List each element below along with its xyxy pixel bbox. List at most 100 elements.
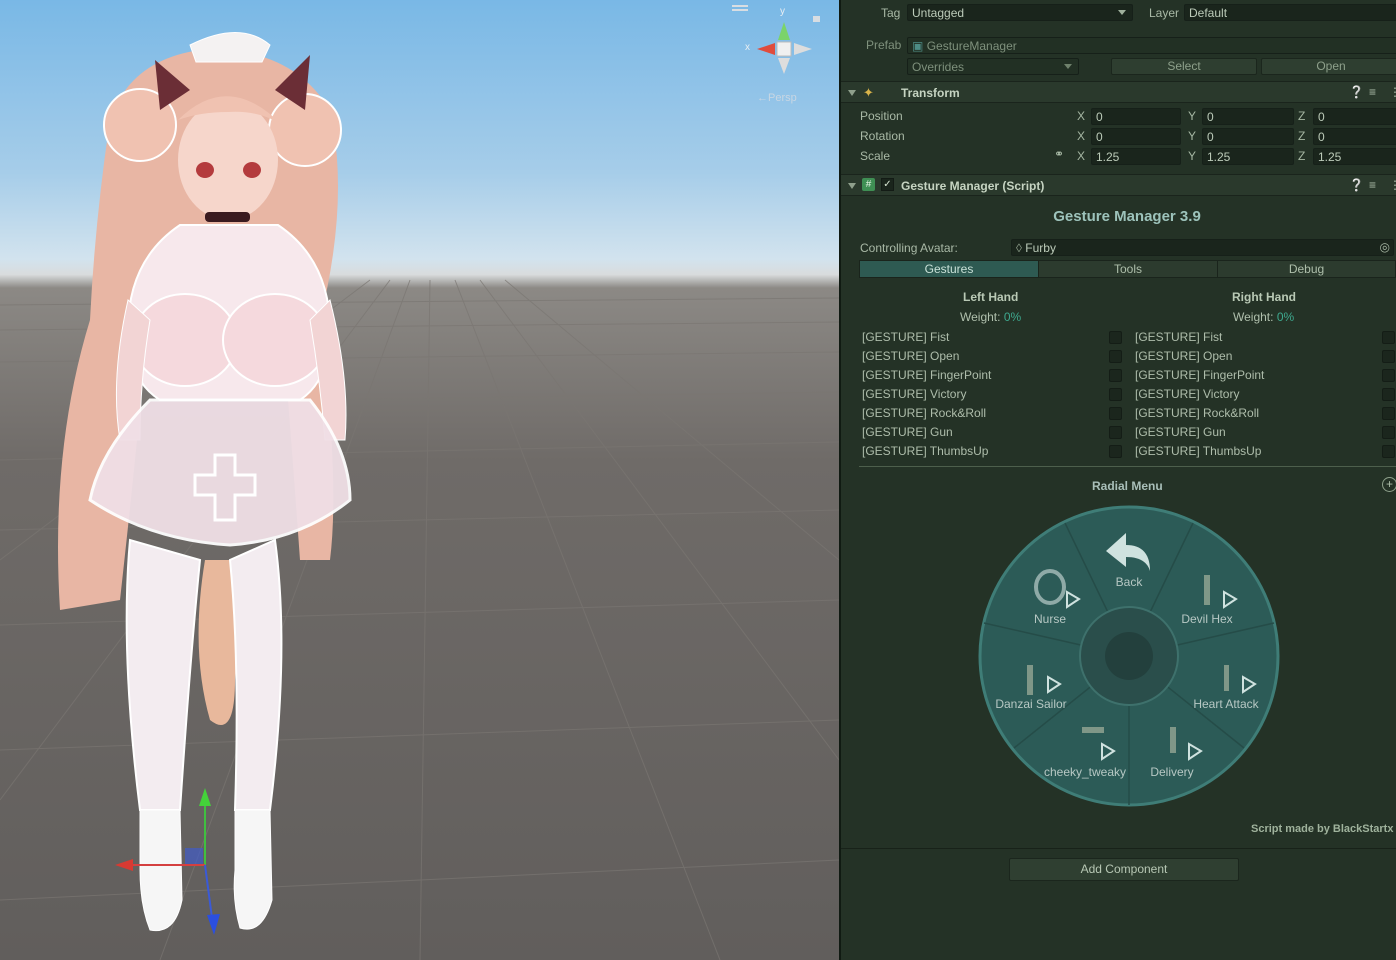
open-label: Open <box>1316 59 1346 73</box>
position-y-field[interactable]: 0 <box>1202 108 1294 125</box>
scale-x-value: 1.25 <box>1096 150 1120 164</box>
scene-canvas[interactable] <box>0 0 839 960</box>
prefab-label: Prefab <box>866 38 902 52</box>
position-x-value: 0 <box>1096 110 1103 124</box>
right-hand-weight: Weight: 0% <box>1233 310 1294 324</box>
left-gesture-gun[interactable]: [GESTURE] Gun <box>862 425 953 439</box>
prefab-field[interactable]: ▣ GestureManager <box>907 37 1396 54</box>
right-gesture-checkbox[interactable] <box>1382 426 1395 439</box>
transform-axes-icon: ✦ <box>863 85 874 100</box>
persp-toggle[interactable]: ←Persp <box>757 92 797 104</box>
scale-x-field[interactable]: 1.25 <box>1091 148 1181 165</box>
left-gesture-checkbox[interactable] <box>1109 331 1122 344</box>
layer-label: Layer <box>1149 6 1180 20</box>
prefab-cube-icon: ▣ <box>912 39 924 53</box>
layer-dropdown[interactable]: Default <box>1184 4 1396 21</box>
object-picker-icon[interactable]: ◎ <box>1380 240 1390 254</box>
rotation-x-field[interactable]: 0 <box>1091 128 1181 145</box>
left-gesture-fist[interactable]: [GESTURE] Fist <box>862 330 949 344</box>
scale-y-field[interactable]: 1.25 <box>1202 148 1294 165</box>
overrides-dropdown[interactable]: Overrides <box>907 58 1079 75</box>
left-gesture-checkbox[interactable] <box>1109 369 1122 382</box>
right-gesture-open[interactable]: [GESTURE] Open <box>1135 349 1232 363</box>
rotation-label: Rotation <box>860 129 905 143</box>
more-menu-icon[interactable]: ⋮ <box>1389 178 1396 192</box>
left-gesture-victory[interactable]: [GESTURE] Victory <box>862 387 966 401</box>
radial-item-devil-hex[interactable]: Devil Hex <box>1152 612 1262 626</box>
weight-label: Weight: <box>960 310 1001 324</box>
right-gesture-checkbox[interactable] <box>1382 445 1395 458</box>
tab-gestures-label: Gestures <box>924 262 974 276</box>
tab-tools-label: Tools <box>1113 262 1142 276</box>
controlling-avatar-field[interactable]: ◊ Furby ◎ <box>1011 239 1394 256</box>
right-gesture-checkbox[interactable] <box>1382 407 1395 420</box>
left-gesture-fingerpoint[interactable]: [GESTURE] FingerPoint <box>862 368 991 382</box>
rotation-z-field[interactable]: 0 <box>1313 128 1396 145</box>
left-gesture-checkbox[interactable] <box>1109 388 1122 401</box>
radial-item-back[interactable]: Back <box>1074 575 1184 589</box>
axis-y-label: Y <box>1188 109 1197 123</box>
transform-header[interactable]: ✦ Transform ❔ ≡ ⋮ <box>841 81 1396 103</box>
position-y-value: 0 <box>1207 110 1214 124</box>
left-hand-title: Left Hand <box>963 290 1019 304</box>
add-circle-icon[interactable]: + <box>1382 477 1396 492</box>
gesture-manager-header[interactable]: # ✓ Gesture Manager (Script) ❔ ≡ ⋮ <box>841 174 1396 196</box>
settings-sliders-icon[interactable]: ≡ <box>1369 85 1376 99</box>
settings-sliders-icon[interactable]: ≡ <box>1369 178 1376 192</box>
tag-dropdown[interactable]: Untagged <box>907 4 1133 21</box>
tab-debug-label: Debug <box>1288 262 1325 276</box>
left-gesture-rocknroll[interactable]: [GESTURE] Rock&Roll <box>862 406 986 420</box>
left-gesture-checkbox[interactable] <box>1109 426 1122 439</box>
radial-center-dot <box>1105 632 1153 680</box>
left-gesture-thumbsup[interactable]: [GESTURE] ThumbsUp <box>862 444 988 458</box>
left-gesture-checkbox[interactable] <box>1109 445 1122 458</box>
scale-z-field[interactable]: 1.25 <box>1313 148 1396 165</box>
enabled-checkbox[interactable]: ✓ <box>881 178 894 191</box>
axis-y-label: Y <box>1188 149 1197 163</box>
right-gesture-fist[interactable]: [GESTURE] Fist <box>1135 330 1222 344</box>
orientation-gizmo[interactable] <box>732 5 820 74</box>
weight-value: 0% <box>1276 310 1295 324</box>
radial-item-danzai-sailor[interactable]: Danzai Sailor <box>976 697 1086 711</box>
position-z-field[interactable]: 0 <box>1313 108 1396 125</box>
foldout-arrow-icon[interactable] <box>848 183 856 189</box>
add-component-button[interactable]: Add Component <box>1009 858 1239 881</box>
position-z-value: 0 <box>1318 110 1325 124</box>
prefab-open-button[interactable]: Open <box>1261 58 1396 75</box>
left-gesture-checkbox[interactable] <box>1109 350 1122 363</box>
right-gesture-rocknroll[interactable]: [GESTURE] Rock&Roll <box>1135 406 1259 420</box>
rotation-y-field[interactable]: 0 <box>1202 128 1294 145</box>
right-hand-title: Right Hand <box>1232 290 1296 304</box>
axis-x-label: X <box>1077 129 1086 143</box>
right-gesture-victory[interactable]: [GESTURE] Victory <box>1135 387 1239 401</box>
right-gesture-thumbsup[interactable]: [GESTURE] ThumbsUp <box>1135 444 1261 458</box>
left-gesture-checkbox[interactable] <box>1109 407 1122 420</box>
tab-tools[interactable]: Tools <box>1038 260 1218 278</box>
tab-debug[interactable]: Debug <box>1217 260 1396 278</box>
tab-gestures[interactable]: Gestures <box>859 260 1039 278</box>
right-gesture-checkbox[interactable] <box>1382 331 1395 344</box>
left-gesture-open[interactable]: [GESTURE] Open <box>862 349 959 363</box>
more-menu-icon[interactable]: ⋮ <box>1389 85 1396 99</box>
prefab-select-button[interactable]: Select <box>1111 58 1257 75</box>
right-gesture-fingerpoint[interactable]: [GESTURE] FingerPoint <box>1135 368 1264 382</box>
right-gesture-gun[interactable]: [GESTURE] Gun <box>1135 425 1226 439</box>
help-icon[interactable]: ❔ <box>1349 85 1364 99</box>
right-gesture-checkbox[interactable] <box>1382 388 1395 401</box>
axis-z-label: Z <box>1298 129 1306 143</box>
prefab-value: GestureManager <box>926 39 1017 53</box>
foldout-arrow-icon[interactable] <box>848 90 856 96</box>
help-icon[interactable]: ❔ <box>1349 178 1364 192</box>
radial-item-cheeky-tweaky[interactable]: cheeky_tweaky <box>1030 765 1140 779</box>
position-x-field[interactable]: 0 <box>1091 108 1181 125</box>
link-icon[interactable]: ⚭ <box>1054 147 1064 161</box>
radial-item-nurse[interactable]: Nurse <box>995 612 1105 626</box>
script-hash-icon: # <box>862 178 875 191</box>
section-divider <box>859 466 1396 467</box>
scene-view[interactable]: y x ←Persp <box>0 0 839 960</box>
right-gesture-checkbox[interactable] <box>1382 350 1395 363</box>
left-hand-weight: Weight: 0% <box>960 310 1021 324</box>
right-gesture-checkbox[interactable] <box>1382 369 1395 382</box>
radial-item-heart-attack[interactable]: Heart Attack <box>1171 697 1281 711</box>
radial-menu[interactable] <box>978 505 1280 807</box>
